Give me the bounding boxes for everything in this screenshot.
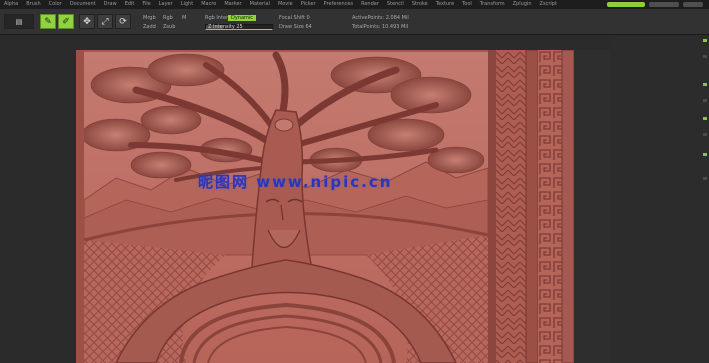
menus-toggle[interactable] [683,2,703,7]
menu-item[interactable]: File [138,0,154,9]
menu-item[interactable]: Alpha [0,0,22,9]
move-button[interactable]: ✥ [79,14,95,29]
dynamic-label: Dynamic [231,15,254,21]
m-toggle[interactable]: M [182,15,186,21]
greek-key-border [538,50,562,363]
menu-item[interactable]: Stencil [383,0,408,9]
zadd-toggle[interactable]: Zadd [143,24,156,30]
relief-model[interactable] [76,50,610,363]
right-shelf [610,35,709,363]
draw-icon: ✐ [62,16,70,27]
draw-size-label[interactable]: Draw Size 64 [279,24,312,30]
right-shelf-button[interactable] [703,177,707,180]
zigzag-border [496,50,526,363]
right-shelf-button[interactable] [703,39,707,42]
menu-item[interactable]: Edit [121,0,139,9]
see-through-slider[interactable] [649,2,679,7]
menu-item[interactable]: Marker [220,0,245,9]
watermark-text: 昵图网 www.nipic.cn [198,173,393,191]
right-shelf-button[interactable] [703,153,707,156]
menu-item[interactable]: Document [66,0,100,9]
trunk-knot [274,118,294,132]
menu-item[interactable]: Draw [100,0,121,9]
focal-shift-label[interactable]: Focal Shift 0 [279,15,310,21]
menu-items: Alpha Brush Color Document Draw Edit File Layer… [0,0,561,9]
rotate-button[interactable]: ⟳ [115,14,131,29]
menu-item[interactable]: Brush [22,0,44,9]
z-intensity-slider[interactable]: Z Intensity 25 [205,24,273,30]
menu-right [607,0,703,9]
menu-item[interactable]: Stroke [408,0,432,9]
menu-bar: Alpha Brush Color Document Draw Edit File Layer… [0,0,709,9]
right-shelf-button[interactable] [703,83,707,86]
zsub-toggle[interactable]: Zsub [163,24,175,30]
mrgb-toggle[interactable]: Mrgb [143,15,156,21]
rotate-icon: ⟳ [119,16,127,27]
total-points-label: TotalPoints: 10.493 Mil [352,24,409,30]
edit-icon: ✎ [44,16,52,27]
lightbox-icon: ▤ [15,17,23,26]
rgb-toggle[interactable]: Rgb [163,15,173,21]
menu-item[interactable]: Zscript [536,0,561,9]
menu-item[interactable]: Light [177,0,197,9]
edit-button[interactable]: ✎ [40,14,56,29]
z-intensity-label: Z Intensity 25 [208,24,243,30]
menu-item[interactable]: Layer [155,0,177,9]
move-icon: ✥ [83,16,91,27]
menu-item[interactable]: Zplugin [509,0,536,9]
draw-button[interactable]: ✐ [58,14,74,29]
right-shelf-button[interactable] [703,55,707,58]
active-points-label: ActivePoints: 2.084 Mil [352,15,409,21]
right-shelf-button[interactable] [703,117,707,120]
quicksave-button[interactable] [607,2,645,7]
menu-item[interactable]: Color [45,0,66,9]
menu-item[interactable]: Tool [458,0,476,9]
scale-icon: ⤢ [101,16,109,27]
menu-item[interactable]: Material [246,0,274,9]
border-divider [488,50,496,363]
menu-item[interactable]: Preferences [320,0,357,9]
scale-button[interactable]: ⤢ [97,14,113,29]
tool-shelf: ▤ ✎ ✐ ✥ ⤢ ⟳ Mrgb Rgb M Zadd Zsub Rgb Int… [0,9,709,35]
menu-item[interactable]: Texture [432,0,458,9]
right-shelf-button[interactable] [703,133,707,136]
menu-item[interactable]: Transform [476,0,509,9]
left-tray [0,35,76,363]
rgb-intensity-chip[interactable]: Dynamic [228,15,257,21]
lightbox-button[interactable]: ▤ [4,14,34,29]
left-edge [76,50,84,363]
menu-item[interactable]: Render [357,0,383,9]
menu-item[interactable]: Macro [197,0,220,9]
menu-item[interactable]: Movie [274,0,297,9]
right-shelf-button[interactable] [703,99,707,102]
menu-item[interactable]: Picker [297,0,320,9]
